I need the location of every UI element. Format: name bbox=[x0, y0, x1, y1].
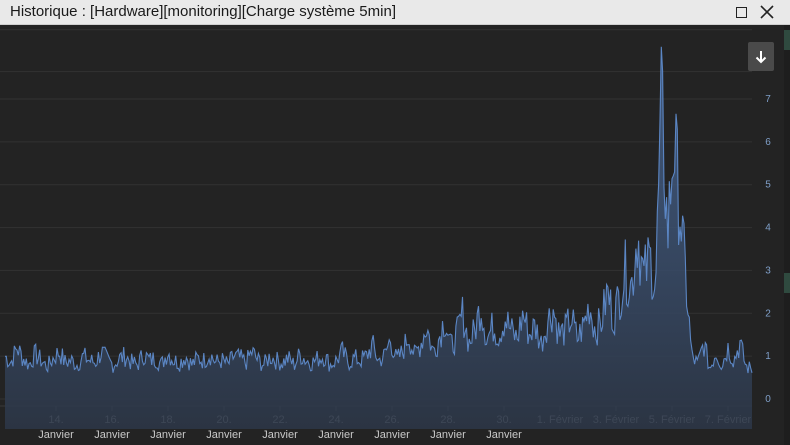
x-tick-month: Janvier bbox=[262, 429, 298, 441]
load-history-chart: 01234567 14.Janvier16.Janvier18.Janvier2… bbox=[0, 29, 771, 441]
series-area bbox=[5, 46, 752, 430]
window-titlebar: Historique : [Hardware][monitoring][Char… bbox=[0, 0, 790, 25]
x-tick-month: Janvier bbox=[430, 429, 466, 441]
x-tick-month: Janvier bbox=[94, 429, 130, 441]
x-tick-month: Janvier bbox=[38, 429, 74, 441]
x-tick-month: Janvier bbox=[150, 429, 186, 441]
side-panel-marker bbox=[784, 273, 790, 293]
chart-panel: 01234567 14.Janvier16.Janvier18.Janvier2… bbox=[0, 25, 790, 445]
close-button[interactable] bbox=[757, 2, 777, 22]
y-tick-label: 7 bbox=[765, 94, 771, 105]
x-tick-month: Janvier bbox=[206, 429, 242, 441]
y-axis: 0 1 2 3 4 5 6 7 bbox=[765, 94, 771, 405]
y-tick-label: 0 bbox=[765, 394, 771, 405]
window-title: Historique : [Hardware][monitoring][Char… bbox=[10, 3, 396, 20]
maximize-button[interactable] bbox=[731, 2, 751, 22]
x-tick-month: Janvier bbox=[374, 429, 410, 441]
x-tick-month: Janvier bbox=[486, 429, 522, 441]
side-panel-edge bbox=[784, 25, 790, 445]
close-icon bbox=[760, 5, 774, 19]
y-tick-label: 3 bbox=[765, 265, 771, 276]
side-panel-marker bbox=[784, 30, 790, 50]
y-tick-label: 4 bbox=[765, 223, 771, 234]
y-tick-label: 2 bbox=[765, 308, 771, 319]
x-tick-month: Janvier bbox=[318, 429, 354, 441]
y-tick-label: 5 bbox=[765, 180, 771, 191]
y-tick-label: 1 bbox=[765, 351, 771, 362]
arrow-down-icon bbox=[755, 50, 767, 63]
y-tick-label: 6 bbox=[765, 137, 771, 148]
maximize-icon bbox=[735, 6, 747, 18]
download-button[interactable] bbox=[748, 42, 774, 71]
